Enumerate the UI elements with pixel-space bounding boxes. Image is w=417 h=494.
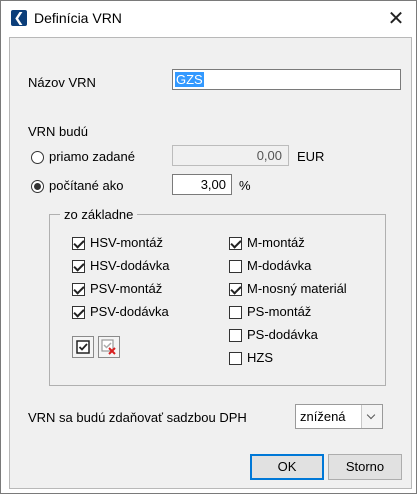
direct-amount-input[interactable]: 0,00 <box>172 145 289 166</box>
checkbox-m-nosny-material-label: M-nosný materiál <box>247 281 347 296</box>
checkbox-hzs-label: HZS <box>247 350 273 365</box>
deselect-all-button[interactable] <box>98 336 120 358</box>
name-input[interactable]: GZS <box>172 69 401 90</box>
direct-amount-value: 0,00 <box>256 148 282 163</box>
vat-rate-select[interactable]: znížená <box>295 404 383 429</box>
checkbox-hsv-dodavka[interactable] <box>72 260 85 273</box>
select-all-button[interactable] <box>72 336 94 358</box>
checkbox-ps-montaz[interactable] <box>229 306 242 319</box>
checkbox-m-montaz-label: M-montáž <box>247 235 305 250</box>
check-all-icon <box>76 340 90 354</box>
checkbox-ps-montaz-label: PS-montáž <box>247 304 312 319</box>
dialog-body: Názov VRN GZS VRN budú priamo zadané 0,0… <box>9 37 412 489</box>
app-icon: ❮ <box>11 10 27 26</box>
checkbox-hsv-montaz-label: HSV-montáž <box>90 235 163 250</box>
checkbox-m-dodavka-label: M-dodávka <box>247 258 312 273</box>
base-group-title: zo základne <box>60 207 138 222</box>
percent-value: 3,00 <box>200 177 226 192</box>
checkbox-psv-montaz[interactable] <box>72 283 85 296</box>
vat-rate-dropdown-button[interactable] <box>361 405 382 428</box>
radio-computed-label: počítané ako <box>49 178 124 193</box>
cancel-button[interactable]: Storno <box>328 454 402 480</box>
title-bar: ❮ Definícia VRN ✕ <box>1 1 416 37</box>
vrn-mode-heading: VRN budú <box>28 124 88 139</box>
checkbox-psv-dodavka-label: PSV-dodávka <box>90 304 169 319</box>
checkbox-m-dodavka[interactable] <box>229 260 242 273</box>
ok-button[interactable]: OK <box>250 454 324 480</box>
checkbox-psv-dodavka[interactable] <box>72 306 85 319</box>
close-button[interactable]: ✕ <box>382 5 410 33</box>
direct-unit: EUR <box>297 149 325 164</box>
checkbox-m-montaz[interactable] <box>229 237 242 250</box>
radio-computed[interactable] <box>31 180 44 193</box>
radio-direct[interactable] <box>31 151 44 164</box>
checkbox-psv-montaz-label: PSV-montáž <box>90 281 163 296</box>
checkbox-ps-dodavka[interactable] <box>229 329 242 342</box>
checkbox-ps-dodavka-label: PS-dodávka <box>247 327 318 342</box>
checkbox-hzs[interactable] <box>229 352 242 365</box>
uncheck-all-icon <box>101 339 116 355</box>
name-value: GZS <box>175 72 204 87</box>
dialog-window: ❮ Definícia VRN ✕ Názov VRN GZS VRN budú… <box>0 0 417 494</box>
vat-label: VRN sa budú zdaňovať sadzbou DPH <box>28 410 247 425</box>
checkbox-m-nosny-material[interactable] <box>229 283 242 296</box>
percent-input[interactable]: 3,00 <box>172 174 232 195</box>
dialog-title: Definícia VRN <box>34 10 122 26</box>
checkbox-hsv-dodavka-label: HSV-dodávka <box>90 258 170 273</box>
radio-direct-label: priamo zadané <box>49 149 135 164</box>
chevron-down-icon <box>366 410 376 420</box>
name-label: Názov VRN <box>28 75 96 90</box>
percent-unit: % <box>239 178 251 193</box>
checkbox-hsv-montaz[interactable] <box>72 237 85 250</box>
vat-rate-value: znížená <box>300 409 346 424</box>
